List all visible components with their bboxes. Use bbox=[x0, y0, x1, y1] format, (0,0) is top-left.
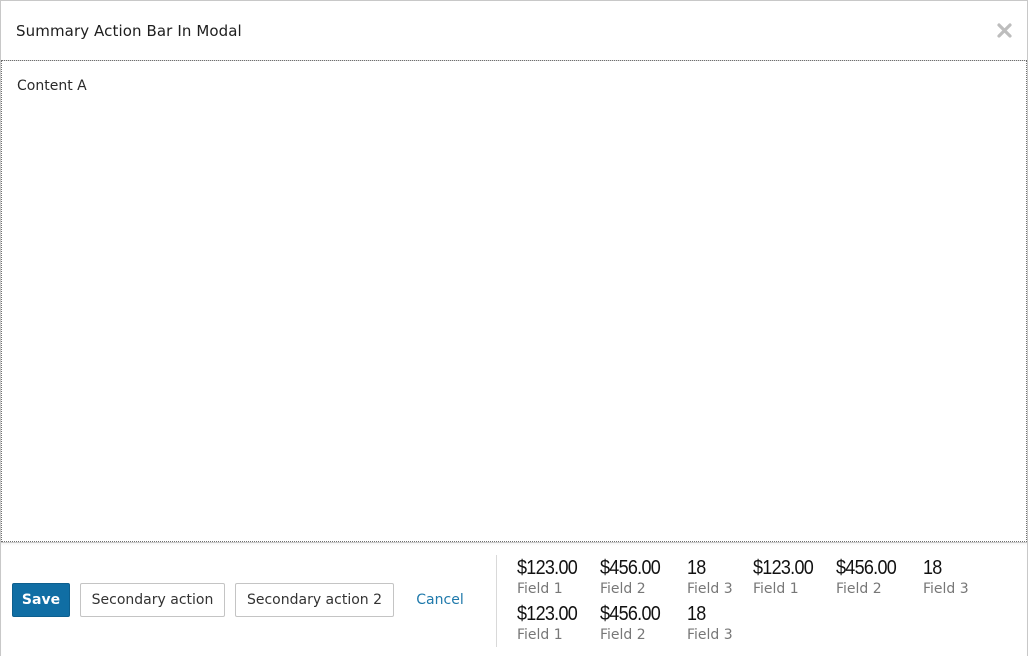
summary-label: Field 3 bbox=[923, 581, 969, 597]
summary-value: $456.00 bbox=[600, 603, 661, 625]
summary-value: $456.00 bbox=[600, 557, 661, 579]
summary-item: $123.00 Field 1 bbox=[517, 603, 584, 644]
close-icon-svg bbox=[997, 23, 1012, 38]
summary-label: Field 3 bbox=[687, 581, 733, 597]
save-button[interactable]: Save bbox=[12, 583, 70, 617]
summary-item: 18 Field 3 bbox=[923, 557, 969, 598]
summary-value: $123.00 bbox=[753, 557, 814, 579]
modal-content: Content A bbox=[1, 60, 1027, 542]
cancel-button[interactable]: Cancel bbox=[406, 583, 474, 617]
summary-item: $456.00 Field 2 bbox=[836, 557, 903, 598]
summary-label: Field 1 bbox=[753, 581, 799, 597]
secondary-action-2-button[interactable]: Secondary action 2 bbox=[235, 583, 394, 617]
close-icon[interactable] bbox=[996, 22, 1013, 39]
summary-label: Field 1 bbox=[517, 627, 563, 643]
summary-value: 18 bbox=[687, 557, 706, 579]
summary-label: Field 3 bbox=[687, 627, 733, 643]
summary-item: $456.00 Field 2 bbox=[600, 557, 667, 598]
summary-item: $123.00 Field 1 bbox=[753, 557, 820, 598]
secondary-action-button[interactable]: Secondary action bbox=[80, 583, 225, 617]
summary-label: Field 2 bbox=[600, 627, 646, 643]
summary-value: 18 bbox=[923, 557, 942, 579]
summary-value: $123.00 bbox=[517, 603, 578, 625]
summary-item: 18 Field 3 bbox=[687, 557, 733, 598]
summary-value: $456.00 bbox=[836, 557, 897, 579]
summary-item: 18 Field 3 bbox=[687, 603, 733, 644]
content-text: Content A bbox=[17, 78, 87, 94]
summary-item: $123.00 Field 1 bbox=[517, 557, 584, 598]
modal-title: Summary Action Bar In Modal bbox=[16, 22, 242, 40]
summary-value: 18 bbox=[687, 603, 706, 625]
summary-action-bar: Save Secondary action Secondary action 2… bbox=[1, 542, 1027, 656]
modal-dialog: Summary Action Bar In Modal Content A Sa… bbox=[0, 0, 1028, 656]
summary-label: Field 2 bbox=[836, 581, 882, 597]
modal-header: Summary Action Bar In Modal bbox=[1, 1, 1027, 61]
summary-label: Field 2 bbox=[600, 581, 646, 597]
summary-label: Field 1 bbox=[517, 581, 563, 597]
action-bar-divider bbox=[496, 555, 497, 647]
summary-value: $123.00 bbox=[517, 557, 578, 579]
summary-item: $456.00 Field 2 bbox=[600, 603, 667, 644]
